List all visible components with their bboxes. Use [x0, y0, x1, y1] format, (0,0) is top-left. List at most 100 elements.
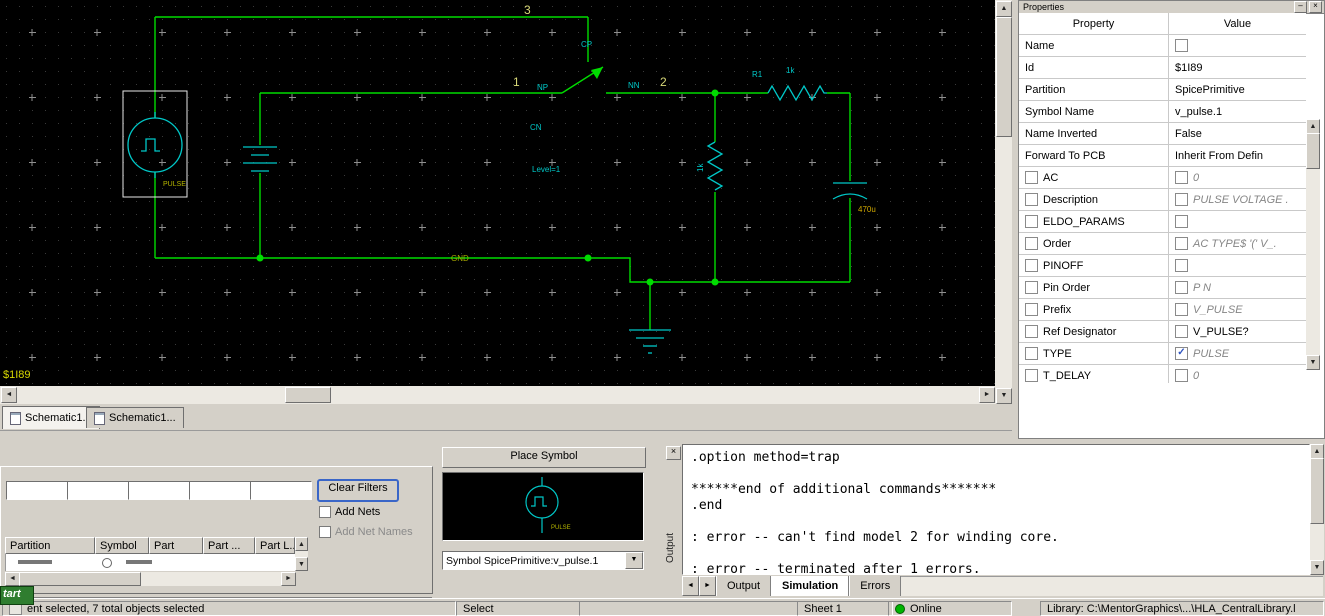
scroll-thumb[interactable]	[1310, 458, 1324, 524]
property-checkbox[interactable]	[1025, 281, 1038, 294]
filter-input[interactable]	[6, 481, 68, 500]
vertical-scroll-thumb[interactable]	[996, 17, 1012, 137]
properties-scrollbar[interactable]: ▲ ▼	[1306, 119, 1320, 370]
value-checkbox[interactable]	[1175, 325, 1188, 338]
scroll-down-icon[interactable]: ▼	[996, 388, 1012, 404]
value-checkbox[interactable]	[1175, 237, 1188, 250]
property-checkbox[interactable]	[1025, 259, 1038, 272]
tab-schematic1-1[interactable]: Schematic1.1	[2, 406, 100, 429]
r1-value-label[interactable]: 1k	[786, 66, 795, 75]
property-value[interactable]: AC TYPE$ '(' V_.	[1193, 238, 1277, 250]
property-row[interactable]: Name	[1019, 35, 1306, 57]
property-value[interactable]: V_PULSE	[1193, 304, 1243, 316]
property-row[interactable]: PINOFF	[1019, 255, 1306, 277]
scroll-up-icon[interactable]: ▲	[996, 1, 1012, 17]
tab-schematic1-2[interactable]: Schematic1...	[86, 407, 184, 428]
property-value[interactable]: P N	[1193, 282, 1211, 294]
column-header[interactable]: Part L..	[255, 537, 295, 554]
property-checkbox[interactable]	[1025, 303, 1038, 316]
property-row[interactable]: Order AC TYPE$ '(' V_.	[1019, 233, 1306, 255]
symbol-table-hscrollbar[interactable]: ◄ ►	[5, 572, 296, 586]
gnd-net-label[interactable]: GND	[451, 254, 469, 263]
console-vertical-scrollbar[interactable]: ▲ ▼	[1310, 444, 1324, 575]
scroll-left-icon[interactable]: ◄	[5, 572, 20, 586]
scroll-thumb[interactable]	[19, 572, 141, 586]
property-row[interactable]: AC 0	[1019, 167, 1306, 189]
column-header[interactable]: Symbol	[95, 537, 149, 554]
clear-filters-button[interactable]: Clear Filters	[317, 479, 399, 502]
value-checkbox[interactable]	[1175, 281, 1188, 294]
r2-value-label[interactable]: 1k	[696, 163, 705, 172]
property-value[interactable]: Inherit From Defin	[1175, 150, 1263, 162]
filter-input[interactable]	[250, 481, 312, 500]
property-row[interactable]: Partition SpicePrimitive	[1019, 79, 1306, 101]
scroll-right-icon[interactable]: ►	[979, 387, 995, 403]
start-button[interactable]: tart	[0, 586, 34, 605]
property-row[interactable]: Name Inverted False	[1019, 123, 1306, 145]
schematic-canvas[interactable]: 3 1 2 CP NP CN NN Level=1 R1 1k 1k 470u …	[0, 0, 995, 386]
tab-scroll-left-icon[interactable]: ◄	[682, 576, 699, 596]
scroll-up-icon[interactable]: ▲	[295, 537, 308, 551]
add-nets-option[interactable]: Add Nets	[319, 506, 380, 518]
properties-scroll-thumb[interactable]	[1306, 133, 1320, 169]
filter-input[interactable]	[67, 481, 129, 500]
property-checkbox[interactable]	[1025, 215, 1038, 228]
r1-name-label[interactable]: R1	[752, 70, 763, 79]
property-row[interactable]: Symbol Name v_pulse.1	[1019, 101, 1306, 123]
property-value[interactable]: $1I89	[1175, 62, 1203, 74]
symbol-table-scrollbar[interactable]: ▲ ▼	[295, 537, 308, 571]
add-nets-checkbox[interactable]	[319, 506, 331, 518]
capacitor-value-label[interactable]: 470u	[858, 205, 876, 214]
column-header[interactable]: Partition	[5, 537, 95, 554]
scroll-left-icon[interactable]: ◄	[1, 387, 17, 403]
value-checkbox[interactable]	[1175, 259, 1188, 272]
value-checkbox[interactable]	[1175, 303, 1188, 316]
property-value[interactable]: False	[1175, 128, 1202, 140]
tab-errors[interactable]: Errors	[849, 576, 902, 596]
property-checkbox[interactable]	[1025, 369, 1038, 382]
close-icon[interactable]: ×	[1309, 1, 1322, 13]
chevron-down-icon[interactable]: ▼	[625, 552, 643, 569]
property-value[interactable]: SpicePrimitive	[1175, 84, 1245, 96]
value-checkbox[interactable]	[1175, 171, 1188, 184]
filter-input[interactable]	[189, 481, 251, 500]
scroll-up-icon[interactable]: ▲	[1306, 119, 1320, 134]
symbol-preview[interactable]: PULSE	[442, 472, 644, 541]
value-checkbox[interactable]	[1175, 39, 1188, 52]
property-checkbox[interactable]	[1025, 193, 1038, 206]
instance-id-label[interactable]: $1I89	[3, 369, 31, 381]
schematic-horizontal-scrollbar[interactable]: ◄ ►	[0, 386, 995, 404]
value-checkbox[interactable]	[1175, 369, 1188, 382]
schematic-vertical-scrollbar[interactable]: ▲ ▼	[995, 0, 1012, 404]
property-value[interactable]: v_pulse.1	[1175, 106, 1222, 118]
property-row[interactable]: Prefix V_PULSE	[1019, 299, 1306, 321]
add-net-names-option[interactable]: Add Net Names	[319, 526, 413, 538]
scroll-up-icon[interactable]: ▲	[1310, 444, 1324, 459]
net-label-2[interactable]: 2	[660, 75, 667, 89]
filter-input[interactable]	[128, 481, 190, 500]
tab-simulation[interactable]: Simulation	[771, 576, 850, 596]
property-row[interactable]: Id $1I89	[1019, 57, 1306, 79]
tab-scroll-right-icon[interactable]: ►	[699, 576, 716, 596]
column-header[interactable]: Part	[149, 537, 203, 554]
value-checkbox[interactable]	[1175, 215, 1188, 228]
property-value[interactable]: 0	[1193, 370, 1199, 382]
place-symbol-button[interactable]: Place Symbol	[442, 447, 646, 468]
property-row[interactable]: ELDO_PARAMS	[1019, 211, 1306, 233]
property-checkbox[interactable]	[1025, 171, 1038, 184]
scroll-down-icon[interactable]: ▼	[295, 557, 308, 571]
property-row[interactable]: T_DELAY 0	[1019, 365, 1306, 383]
property-value[interactable]: 0	[1193, 172, 1199, 184]
value-checkbox[interactable]	[1175, 193, 1188, 206]
value-checkbox[interactable]: ✓	[1175, 347, 1188, 360]
scroll-right-icon[interactable]: ►	[281, 572, 296, 586]
property-row[interactable]: Pin Order P N	[1019, 277, 1306, 299]
property-value[interactable]: PULSE VOLTAGE .	[1193, 194, 1289, 206]
net-label-3[interactable]: 3	[524, 3, 531, 17]
horizontal-scroll-thumb[interactable]	[285, 387, 331, 403]
dock-icon[interactable]: –	[1294, 1, 1307, 13]
property-row[interactable]: Forward To PCB Inherit From Defin	[1019, 145, 1306, 167]
property-value[interactable]: V_PULSE?	[1193, 326, 1249, 338]
property-value[interactable]: PULSE	[1193, 348, 1229, 360]
console-horizontal-scrollbar[interactable]	[901, 576, 1323, 596]
